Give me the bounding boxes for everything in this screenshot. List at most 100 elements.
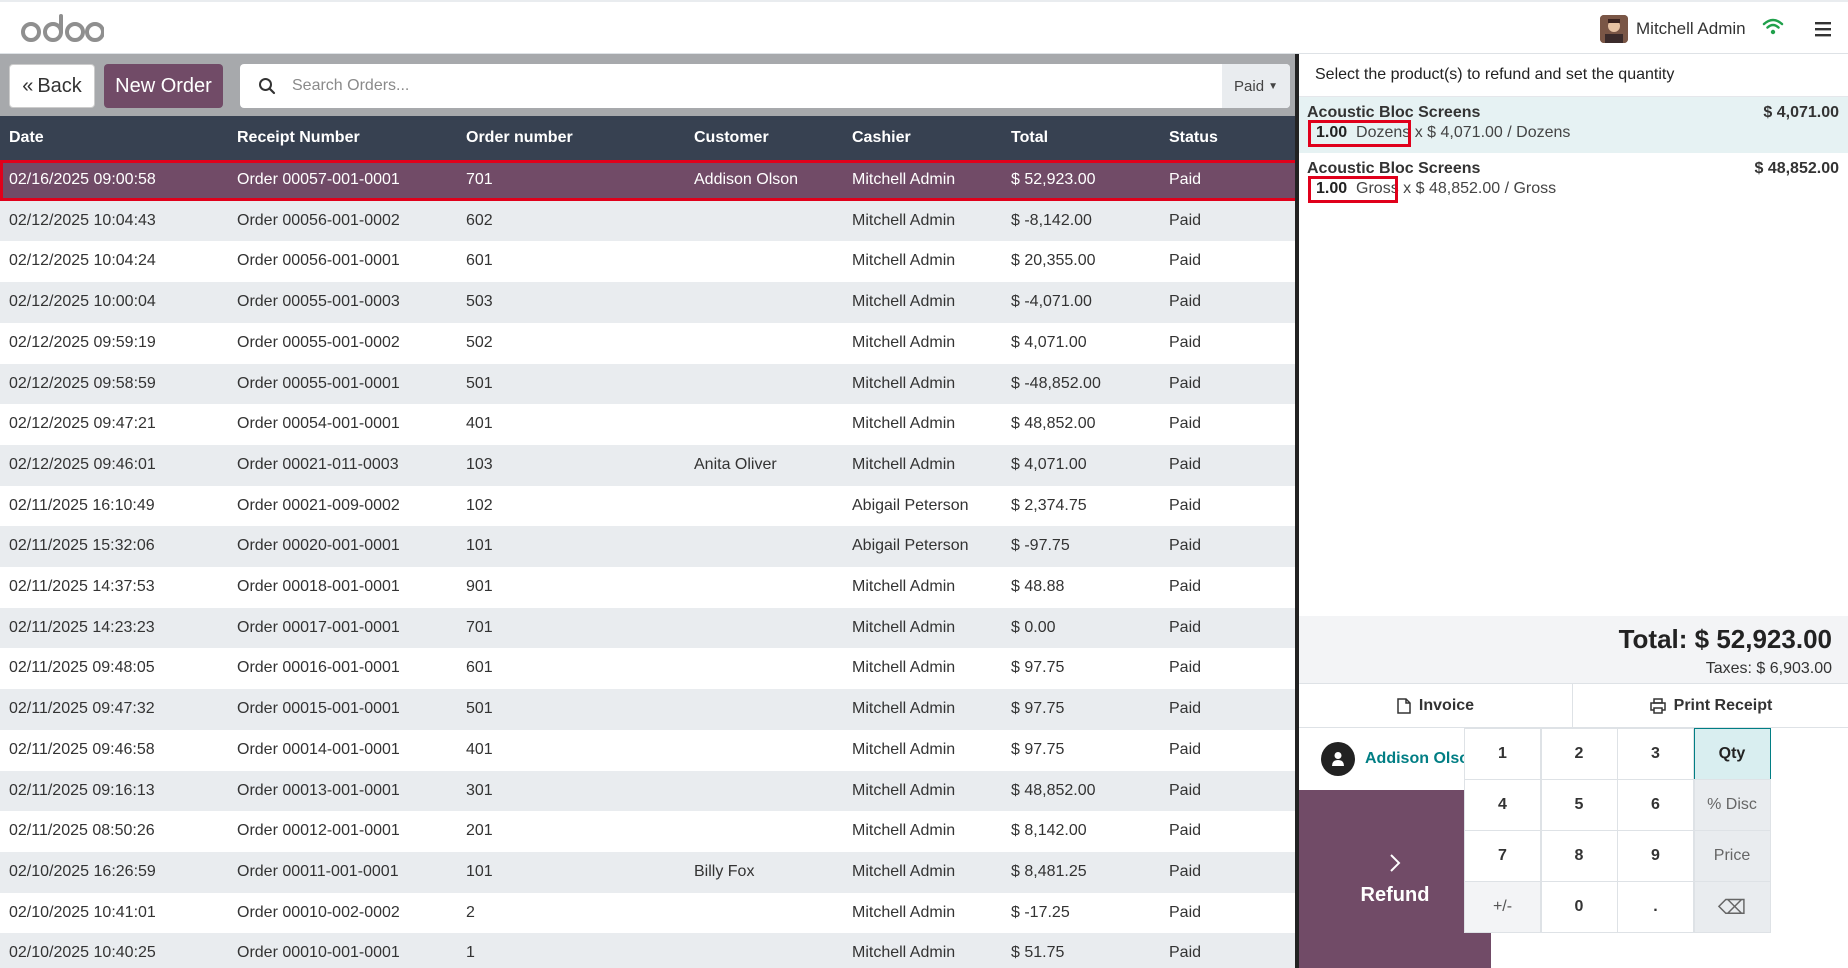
decimal-button[interactable]: . (1617, 881, 1694, 933)
order-taxes: Taxes: $ 6,903.00 (1705, 660, 1832, 677)
cell-receipt-number: Order 00018-001-0001 (237, 578, 400, 595)
qty-mode-button[interactable]: Qty (1693, 728, 1771, 780)
cell-date: 02/11/2025 09:46:58 (9, 740, 155, 758)
print-receipt-button[interactable]: Print Receipt (1574, 684, 1848, 728)
cell-status: Paid (1169, 781, 1202, 799)
table-row[interactable]: 02/12/2025 09:46:01 Order 00021-011-0003 1… (0, 444, 1298, 486)
cell-total: $ 8,142.00 (1011, 822, 1087, 840)
key-2[interactable]: 2 (1540, 728, 1618, 780)
table-row[interactable]: 02/11/2025 16:10:49 Order 00021-009-0002 1… (0, 485, 1298, 527)
refund-line[interactable]: Acoustic Bloc Screens $ 48,852.00 1.00 G… (1299, 153, 1848, 209)
cell-order-number: 1 (466, 944, 475, 962)
table-row[interactable]: 02/10/2025 10:40:25 Order 00010-001-0001 1… (0, 933, 1298, 968)
cell-receipt-number: Order 00017-001-0001 (237, 618, 400, 636)
cell-receipt-number: Order 00056-001-0002 (237, 211, 400, 229)
cell-customer: Addison Olson (694, 171, 799, 188)
table-row[interactable]: 02/12/2025 09:58:59 Order 00055-001-0001 5… (0, 363, 1298, 405)
cell-status: Paid (1169, 618, 1202, 636)
cell-total: $ 4,071.00 (1011, 333, 1087, 351)
hamburger-menu-icon[interactable] (1812, 20, 1834, 38)
cell-order-number: 503 (466, 293, 493, 311)
cell-receipt-number: Order 00010-001-0001 (237, 944, 400, 962)
cell-receipt-number: Order 00016-001-0001 (237, 659, 400, 677)
table-row[interactable]: 02/11/2025 08:50:26 Order 00012-001-0001 2… (0, 811, 1298, 852)
cell-receipt-number: Order 00021-011-0003 (237, 455, 399, 473)
table-row[interactable]: 02/11/2025 15:32:06 Order 00020-001-0001 1… (0, 526, 1298, 567)
plus-minus-button[interactable]: +/- (1464, 881, 1541, 933)
cell-status: Paid (1169, 415, 1202, 433)
cell-date: 02/12/2025 09:46:01 (9, 455, 156, 473)
table-row[interactable]: 02/12/2025 10:04:24 Order 00056-001-0001 6… (0, 241, 1298, 283)
cell-cashier: Mitchell Admin (852, 944, 956, 962)
discount-mode-button[interactable]: % Disc (1693, 779, 1771, 831)
cell-status: Paid (1169, 333, 1202, 351)
table-row[interactable]: 02/10/2025 10:41:01 Order 00010-002-0002 2… (0, 892, 1298, 934)
quantity-highlight-box (1308, 176, 1398, 203)
cell-date: 02/12/2025 09:58:59 (9, 374, 156, 392)
cell-receipt-number: Order 00055-001-0002 (237, 333, 400, 351)
key-3[interactable]: 3 (1617, 728, 1694, 780)
table-row[interactable]: 02/12/2025 10:04:43 Order 00056-001-0002 6… (0, 200, 1298, 242)
cell-receipt-number: Order 00056-001-0001 (237, 252, 400, 270)
cell-total: $ 8,481.25 (1011, 862, 1087, 880)
key-5[interactable]: 5 (1540, 779, 1618, 831)
cell-order-number: 102 (466, 496, 493, 514)
backspace-button[interactable]: ⌫ (1693, 881, 1771, 933)
header-order-number: Order number (466, 129, 573, 146)
table-row[interactable]: 02/11/2025 09:48:05 Order 00016-001-0001 6… (0, 648, 1298, 690)
new-order-button[interactable]: New Order (104, 64, 223, 108)
table-row[interactable]: 02/11/2025 14:23:23 Order 00017-001-0001 7… (0, 607, 1298, 649)
cell-status: Paid (1169, 578, 1202, 595)
back-button[interactable]: « Back (9, 64, 95, 108)
cell-date: 02/11/2025 15:32:06 (9, 537, 155, 555)
table-row[interactable]: 02/10/2025 16:26:59 Order 00011-001-0001 1… (0, 851, 1298, 893)
product-price: $ 48,852.00 (1754, 160, 1839, 177)
cell-receipt-number: Order 00011-001-0001 (237, 862, 399, 880)
file-pdf-icon (1397, 698, 1411, 714)
order-total: Total: $ 52,923.00 (1618, 624, 1832, 654)
cell-date: 02/11/2025 09:47:32 (9, 700, 155, 718)
odoo-logo (21, 14, 104, 42)
key-8[interactable]: 8 (1540, 830, 1618, 882)
search-input[interactable] (292, 72, 1192, 100)
double-chevron-left-icon: « (22, 74, 34, 97)
user-icon (1321, 742, 1355, 776)
refund-button[interactable]: Refund (1299, 790, 1491, 968)
key-0[interactable]: 0 (1540, 881, 1618, 933)
table-row[interactable]: 02/12/2025 10:00:04 Order 00055-001-0003 5… (0, 282, 1298, 323)
cell-receipt-number: Order 00013-001-0001 (237, 781, 400, 799)
cell-date: 02/10/2025 16:26:59 (9, 862, 156, 880)
key-1[interactable]: 1 (1464, 728, 1541, 780)
table-row[interactable]: 02/11/2025 09:47:32 Order 00015-001-0001 5… (0, 689, 1298, 730)
cell-date: 02/11/2025 14:23:23 (9, 618, 155, 636)
cell-cashier: Mitchell Admin (852, 862, 956, 880)
key-4[interactable]: 4 (1464, 779, 1541, 831)
cell-status: Paid (1169, 822, 1202, 840)
key-6[interactable]: 6 (1617, 779, 1694, 831)
refund-line[interactable]: Acoustic Bloc Screens $ 4,071.00 1.00 Do… (1299, 97, 1848, 153)
cell-cashier: Mitchell Admin (852, 455, 956, 473)
table-row[interactable]: 02/12/2025 09:59:19 Order 00055-001-0002 5… (0, 322, 1298, 364)
header-receipt-number: Receipt Number (237, 129, 360, 146)
cell-total: $ 48,852.00 (1011, 781, 1096, 799)
price-mode-button[interactable]: Price (1693, 830, 1771, 882)
user-menu[interactable]: Mitchell Admin (1600, 14, 1746, 44)
table-row[interactable]: 02/16/2025 09:00:58 Order 00057-001-0001 7… (0, 160, 1298, 201)
table-row[interactable]: 02/11/2025 09:46:58 Order 00014-001-0001 4… (0, 729, 1298, 771)
table-row[interactable]: 02/11/2025 09:16:13 Order 00013-001-0001 3… (0, 770, 1298, 812)
cell-date: 02/11/2025 09:48:05 (9, 659, 155, 677)
customer-button[interactable]: Addison Olson (1299, 728, 1491, 790)
cell-status: Paid (1169, 903, 1202, 921)
cell-cashier: Mitchell Admin (852, 781, 956, 799)
status-filter-dropdown[interactable]: Paid ▼ (1222, 64, 1290, 108)
key-9[interactable]: 9 (1617, 830, 1694, 882)
invoice-button[interactable]: Invoice (1299, 684, 1573, 728)
cell-receipt-number: Order 00014-001-0001 (237, 740, 400, 758)
table-row[interactable]: 02/12/2025 09:47:21 Order 00054-001-0001 4… (0, 404, 1298, 445)
table-row[interactable]: 02/11/2025 14:37:53 Order 00018-001-0001 9… (0, 567, 1298, 608)
totals-section: Total: $ 52,923.00 Taxes: $ 6,903.00 (1299, 616, 1848, 683)
header-customer: Customer (694, 129, 769, 146)
cell-receipt-number: Order 00055-001-0001 (237, 374, 400, 392)
cell-order-number: 301 (466, 781, 493, 799)
key-7[interactable]: 7 (1464, 830, 1541, 882)
